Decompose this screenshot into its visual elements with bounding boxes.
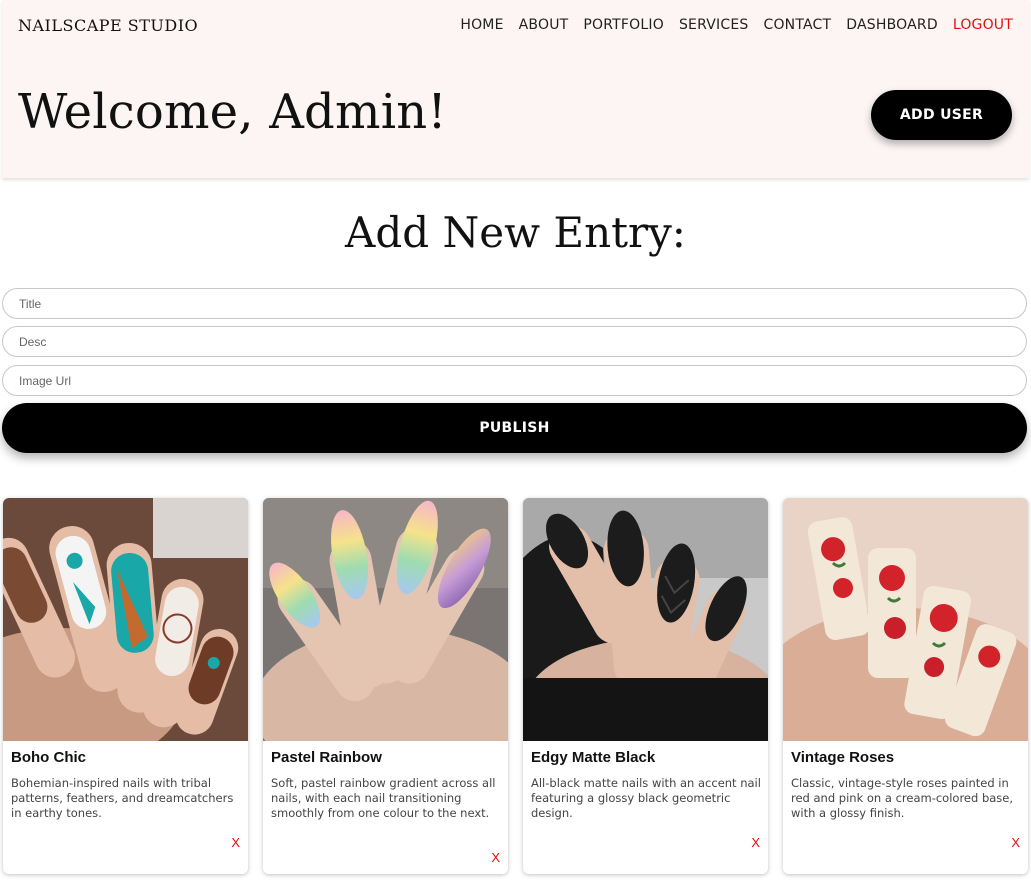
desc-input[interactable] <box>2 326 1027 357</box>
card-description: Classic, vintage-style roses painted in … <box>791 776 1014 820</box>
card-title: Boho Chic <box>11 749 86 766</box>
header-banner: NAILSCAPE STUDIO HOME ABOUT PORTFOLIO SE… <box>2 0 1029 178</box>
card-image <box>783 498 1028 741</box>
card-description: Soft, pastel rainbow gradient across all… <box>271 776 496 820</box>
card-title: Vintage Roses <box>791 749 895 766</box>
card-pastel-rainbow[interactable]: Pastel Rainbow Soft, pastel rainbow grad… <box>263 498 508 874</box>
delete-button[interactable]: X <box>1011 835 1020 850</box>
card-boho-chic[interactable]: Boho Chic Bohemian-inspired nails with t… <box>3 498 248 874</box>
brand-logo[interactable]: NAILSCAPE STUDIO <box>18 16 198 35</box>
add-user-button[interactable]: ADD USER <box>871 90 1012 140</box>
nav-logout[interactable]: LOGOUT <box>953 17 1013 33</box>
card-image <box>263 498 508 741</box>
title-input[interactable] <box>2 288 1027 319</box>
card-description: All-black matte nails with an accent nai… <box>531 776 761 820</box>
nav-dashboard[interactable]: DASHBOARD <box>846 17 938 33</box>
card-title: Pastel Rainbow <box>271 749 382 766</box>
card-image <box>523 498 768 741</box>
card-edgy-matte-black[interactable]: Edgy Matte Black All-black matte nails w… <box>523 498 768 874</box>
delete-button[interactable]: X <box>231 835 240 850</box>
welcome-heading: Welcome, Admin! <box>18 84 447 140</box>
form-title: Add New Entry: <box>345 208 686 257</box>
delete-button[interactable]: X <box>751 835 760 850</box>
publish-button[interactable]: PUBLISH <box>2 403 1027 453</box>
nav-about[interactable]: ABOUT <box>519 17 569 33</box>
nav-portfolio[interactable]: PORTFOLIO <box>583 17 664 33</box>
nav-contact[interactable]: CONTACT <box>763 17 831 33</box>
card-description: Bohemian-inspired nails with tribal patt… <box>11 776 234 820</box>
card-title: Edgy Matte Black <box>531 749 656 766</box>
card-image <box>3 498 248 741</box>
main-nav: HOME ABOUT PORTFOLIO SERVICES CONTACT DA… <box>460 17 1013 33</box>
nav-services[interactable]: SERVICES <box>679 17 749 33</box>
card-vintage-roses[interactable]: Vintage Roses Classic, vintage-style ros… <box>783 498 1028 874</box>
image-url-input[interactable] <box>2 365 1027 396</box>
delete-button[interactable]: X <box>491 850 500 865</box>
nav-home[interactable]: HOME <box>460 17 503 33</box>
